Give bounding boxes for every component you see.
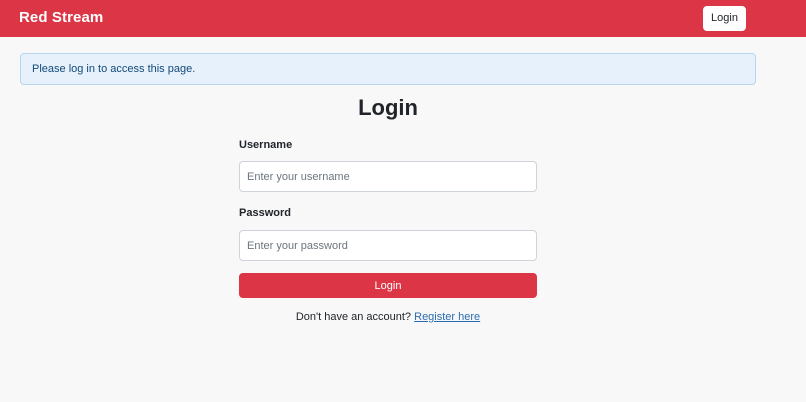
info-alert: Please log in to access this page. <box>20 53 756 85</box>
register-prompt: Don't have an account? Register here <box>0 311 776 323</box>
username-label: Username <box>239 139 293 151</box>
password-label: Password <box>239 207 291 219</box>
password-input[interactable] <box>239 230 537 261</box>
navbar: Red Stream Login <box>0 0 806 37</box>
nav-login-button[interactable]: Login <box>703 6 746 31</box>
register-link[interactable]: Register here <box>414 311 480 323</box>
username-input[interactable] <box>239 161 537 192</box>
page-scrollbar[interactable] <box>794 37 806 402</box>
login-submit-button[interactable]: Login <box>239 273 537 298</box>
page-title: Login <box>358 95 418 120</box>
brand-logo-text[interactable]: Red Stream <box>19 9 103 26</box>
register-prompt-text: Don't have an account? <box>295 311 412 323</box>
